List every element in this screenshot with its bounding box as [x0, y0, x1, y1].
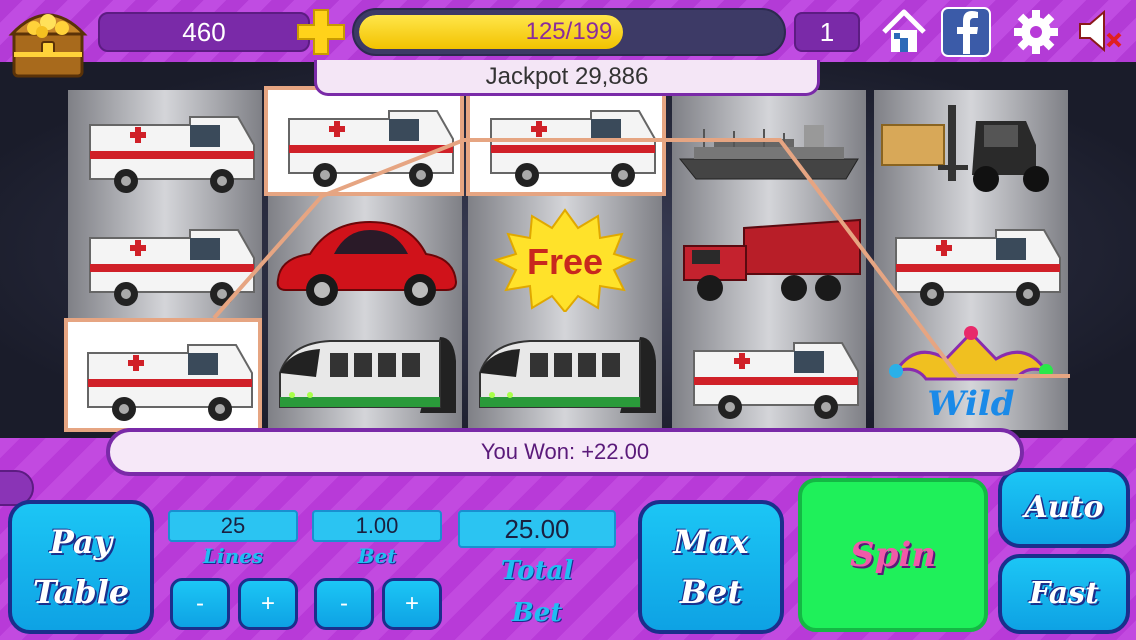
jackpot-display: Jackpot 29,886 — [314, 60, 820, 96]
win-message: You Won: +22.00 — [106, 428, 1024, 476]
cargo-ship-symbol — [672, 90, 866, 203]
max-bet-label-2: Bet — [679, 573, 743, 611]
lines-label: Lines — [202, 544, 264, 568]
bet-minus-button[interactable]: - — [314, 578, 374, 630]
xp-progress-bar: 125/199 — [352, 8, 786, 56]
winning-ambulance-symbol — [466, 86, 666, 196]
pay-table-label-2: Table — [32, 573, 130, 611]
lines-plus-button[interactable]: + — [238, 578, 298, 630]
ambulance-symbol — [68, 90, 262, 203]
sound-muted-icon[interactable] — [1074, 4, 1126, 58]
wild-jester-symbol: Wild — [874, 316, 1068, 429]
bet-label: Bet — [357, 544, 397, 568]
total-bet-label-2: Bet — [511, 598, 563, 628]
dump-truck-symbol — [672, 203, 866, 316]
xp-progress-text: 125/199 — [525, 18, 613, 45]
ambulance-symbol — [68, 203, 262, 316]
total-bet-value: 25.00 — [458, 510, 616, 548]
ambulance-symbol — [672, 316, 866, 429]
home-icon[interactable] — [878, 4, 930, 58]
level-indicator: 1 — [794, 12, 860, 52]
winning-ambulance-symbol — [64, 318, 262, 432]
facebook-icon[interactable] — [940, 4, 992, 58]
treasure-chest-icon[interactable] — [4, 2, 92, 82]
fast-button[interactable]: Fast — [998, 554, 1130, 634]
gear-icon[interactable] — [1010, 4, 1062, 58]
coin-balance: 460 — [98, 12, 310, 52]
auto-button[interactable]: Auto — [998, 468, 1130, 548]
wild-label: Wild — [927, 384, 1014, 424]
free-symbol: Free — [468, 203, 662, 316]
pay-table-button[interactable]: Pay Table — [8, 500, 154, 634]
max-bet-label-1: Max — [673, 523, 749, 561]
plus-icon[interactable] — [294, 6, 348, 58]
lines-minus-button[interactable]: - — [170, 578, 230, 630]
free-label: Free — [527, 241, 603, 282]
subway-train-symbol — [268, 316, 462, 429]
subway-train-symbol — [468, 316, 662, 429]
total-bet-label-1: Total — [500, 556, 574, 586]
ambulance-symbol — [874, 203, 1068, 316]
red-beetle-car-symbol — [268, 203, 462, 316]
winning-ambulance-symbol — [264, 86, 464, 196]
spin-button[interactable]: Spin — [798, 478, 988, 632]
pay-table-label-1: Pay — [49, 523, 113, 561]
max-bet-button[interactable]: Max Bet — [638, 500, 784, 634]
bet-plus-button[interactable]: + — [382, 578, 442, 630]
lines-value: 25 — [168, 510, 298, 542]
forklift-symbol — [874, 90, 1068, 203]
bet-value: 1.00 — [312, 510, 442, 542]
reel-4 — [672, 90, 866, 430]
reel-5: Wild — [874, 90, 1068, 430]
